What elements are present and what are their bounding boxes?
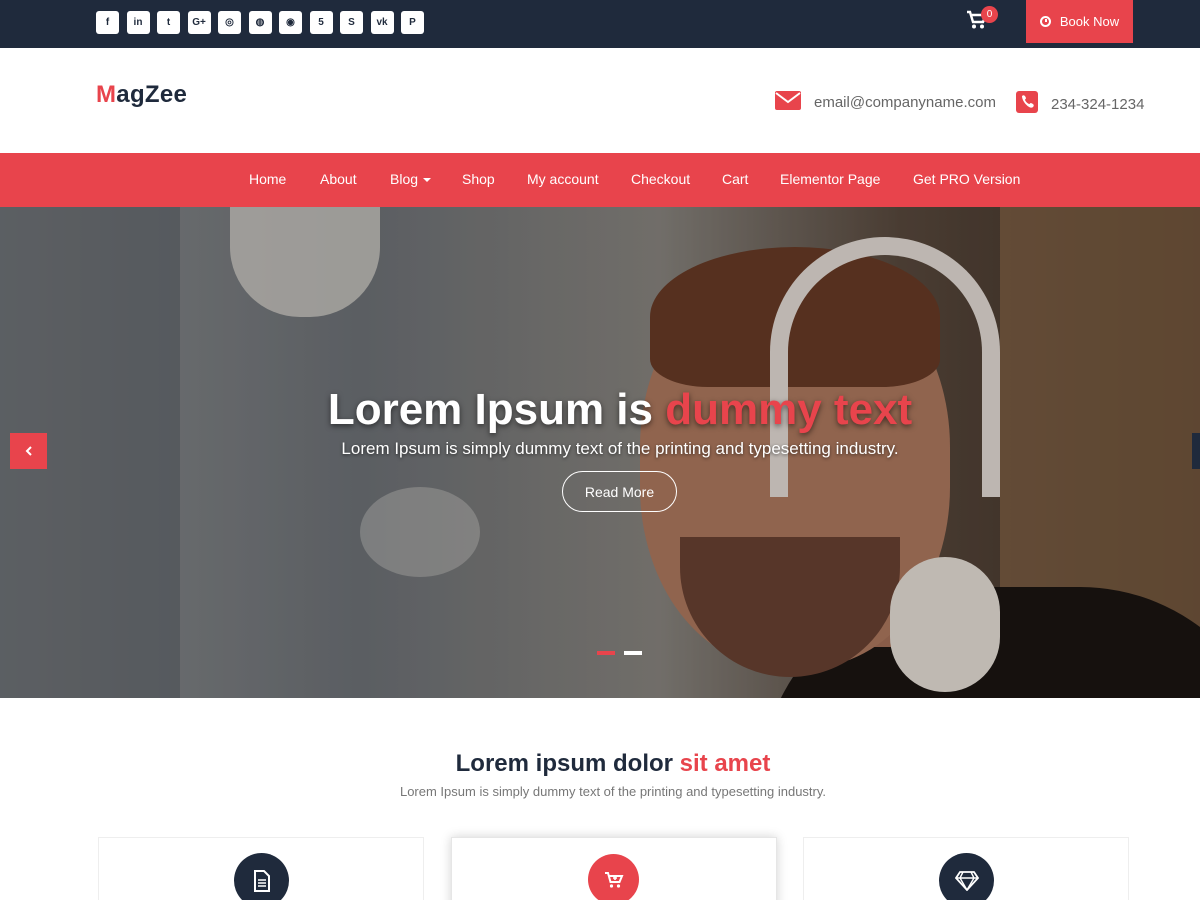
main-nav: Home About Blog Shop My account Checkout…: [0, 153, 1200, 207]
nav-item-cart[interactable]: Cart: [722, 171, 748, 187]
phone-text[interactable]: 234-324-1234: [1051, 96, 1144, 113]
top-bar: f in t G+ ◎ ◍ ◉ 5 S vk P 0 Book Now: [0, 0, 1200, 48]
read-more-button[interactable]: Read More: [562, 471, 677, 512]
site-logo[interactable]: MagZee: [96, 81, 187, 109]
facebook-icon[interactable]: f: [96, 11, 119, 34]
pinterest-icon[interactable]: P: [401, 11, 424, 34]
email-text[interactable]: email@companyname.com: [814, 94, 996, 111]
site-header: MagZee email@companyname.com 234-324-123…: [0, 48, 1200, 153]
nav-item-elementor-page[interactable]: Elementor Page: [780, 171, 880, 187]
clock-icon: [1039, 16, 1051, 27]
slider-dot-1[interactable]: [597, 651, 615, 655]
html5-icon[interactable]: 5: [309, 11, 333, 34]
nav-item-about[interactable]: About: [320, 171, 357, 187]
slider-next-button[interactable]: [1192, 433, 1200, 469]
document-icon: [234, 853, 289, 900]
diamond-icon: [939, 853, 994, 900]
twitter-icon[interactable]: t: [157, 11, 180, 34]
hero-title: Lorem Ipsum is dummy text: [327, 385, 913, 434]
slider-prev-button[interactable]: [10, 433, 47, 469]
nav-item-home[interactable]: Home: [249, 171, 286, 187]
envelope-icon: [775, 91, 801, 114]
slider-dot-2[interactable]: [624, 651, 642, 655]
hero-slider: Lorem Ipsum is dummy text Lorem Ipsum is…: [0, 207, 1200, 698]
chevron-left-icon: [25, 446, 32, 456]
hero-subtitle: Lorem Ipsum is simply dummy text of the …: [341, 439, 899, 458]
dribbble-icon[interactable]: ◍: [248, 11, 272, 34]
instagram-icon[interactable]: ◎: [218, 11, 241, 34]
vk-icon[interactable]: vk: [370, 11, 394, 34]
social-links: f in t G+ ◎ ◍ ◉ 5 S vk P: [96, 11, 432, 34]
nav-item-shop[interactable]: Shop: [462, 171, 495, 187]
feature-card: [803, 837, 1129, 900]
google-plus-icon[interactable]: G+: [187, 11, 211, 34]
linkedin-icon[interactable]: in: [126, 11, 150, 34]
cart-count-badge: 0: [981, 6, 998, 23]
section-subtitle: Lorem Ipsum is simply dummy text of the …: [399, 784, 827, 799]
phone-icon: [1016, 91, 1038, 117]
chevron-down-icon: [423, 178, 432, 183]
book-now-label: Book Now: [1059, 14, 1120, 29]
slider-dots: [597, 651, 651, 655]
section-title: Lorem ipsum dolor sit amet: [455, 750, 771, 777]
github-icon[interactable]: ◉: [279, 11, 302, 34]
skype-icon[interactable]: S: [340, 11, 363, 34]
feature-card: [451, 837, 777, 900]
nav-item-blog[interactable]: Blog: [390, 171, 432, 187]
cart-plus-icon: [588, 854, 639, 900]
feature-card: [98, 837, 424, 900]
contact-email: email@companyname.com: [775, 91, 996, 114]
contact-phone: 234-324-1234: [1016, 91, 1144, 117]
nav-item-get-pro[interactable]: Get PRO Version: [913, 171, 1020, 187]
nav-item-my-account[interactable]: My account: [527, 171, 599, 187]
nav-item-checkout[interactable]: Checkout: [631, 171, 690, 187]
book-now-button[interactable]: Book Now: [1026, 0, 1133, 43]
